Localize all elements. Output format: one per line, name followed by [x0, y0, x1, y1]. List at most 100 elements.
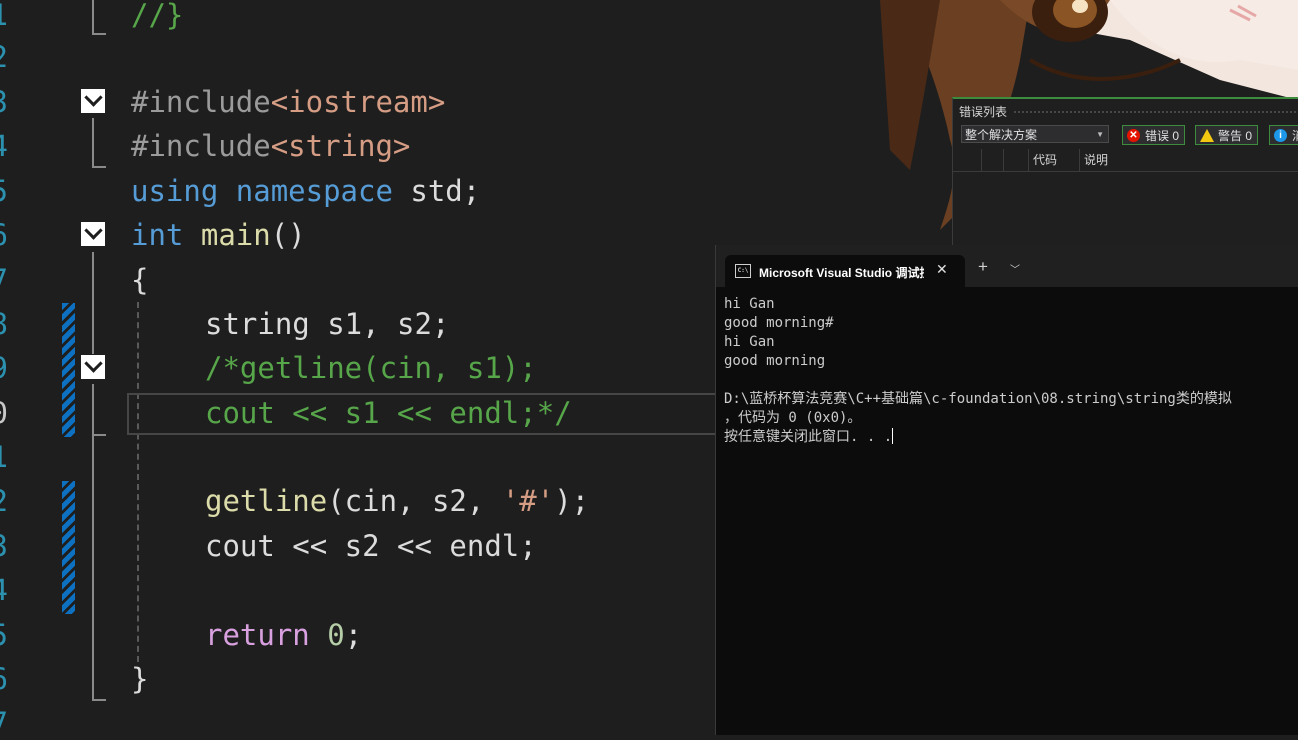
preprocessor: #include	[131, 129, 271, 163]
fold-guide	[92, 0, 94, 34]
debug-console-window[interactable]: C:\ Microsoft Visual Studio 调试控制台 ✕ + ﹀ …	[715, 245, 1298, 735]
messages-filter-button[interactable]: i 消	[1269, 125, 1298, 145]
line-number: 4	[0, 575, 8, 605]
output-line: hi Gan	[724, 334, 775, 350]
line-number: 2	[0, 42, 8, 72]
arguments: (cin, s2,	[327, 484, 502, 518]
output-line-prompt: 按任意键关闭此窗口. . .	[724, 428, 1298, 447]
code-line: string s1, s2;	[205, 307, 450, 341]
column-code-label: 代码	[1033, 153, 1058, 167]
number-literal: 0	[327, 618, 345, 652]
info-icon: i	[1274, 129, 1287, 142]
line-number: 3	[0, 531, 8, 561]
fold-guide-end	[92, 699, 106, 701]
line-number: 3	[0, 87, 8, 117]
code-line: #include<iostream>	[131, 87, 445, 117]
change-marker	[62, 481, 75, 614]
code-line: cout << s2 << endl;	[205, 529, 537, 563]
panel-title: 错误列表	[959, 105, 1008, 119]
output-line: hi Gan	[724, 296, 775, 312]
code-line: //}	[131, 0, 184, 32]
messages-count: 消	[1292, 129, 1298, 143]
line-number: 7	[0, 708, 8, 738]
fold-guide	[92, 118, 94, 168]
collapse-toggle-icon[interactable]	[81, 222, 105, 246]
scope-value: 整个解决方案	[965, 128, 1038, 142]
chevron-down-icon[interactable]: ﹀	[1010, 261, 1020, 276]
line-number: 7	[0, 265, 8, 295]
indent-guide	[137, 302, 139, 662]
keyword: using	[131, 174, 219, 208]
code-line: using namespace std;	[131, 176, 480, 206]
column-description[interactable]: 说明	[1079, 149, 1284, 171]
console-output[interactable]: hi Gan good morning# hi Gan good morning D:\…	[724, 295, 1298, 447]
error-icon: ✕	[1127, 129, 1140, 142]
column-severity[interactable]	[981, 149, 1004, 171]
console-tab[interactable]: C:\ Microsoft Visual Studio 调试控制台 ✕	[725, 255, 965, 287]
code-line: #include<string>	[131, 131, 410, 161]
prompt-text: 按任意键关闭此窗口. . .	[724, 429, 893, 445]
line-number: 1	[0, 0, 8, 30]
console-icon: C:\	[735, 264, 751, 278]
fold-guide	[92, 252, 94, 354]
code-line: getline(cin, s2, '#');	[205, 486, 589, 516]
output-line: good morning#	[724, 315, 834, 331]
errors-count: 错误 0	[1145, 129, 1180, 143]
warnings-filter-button[interactable]: 警告 0	[1195, 125, 1259, 145]
fold-guide-end	[92, 33, 106, 35]
code-line: return 0;	[205, 620, 362, 650]
keyword: namespace	[235, 174, 393, 208]
include-header: <iostream>	[270, 85, 446, 119]
code-line-comment: cout << s1 << endl;*/	[205, 396, 572, 430]
panel-grip[interactable]	[1013, 110, 1298, 114]
change-marker	[62, 303, 75, 437]
char-literal: '#'	[501, 484, 555, 518]
function-name: main	[200, 218, 271, 252]
identifier: std;	[410, 174, 481, 208]
column-suppression[interactable]	[1003, 149, 1028, 171]
punctuation: ()	[270, 218, 306, 252]
include-header: <string>	[270, 129, 411, 163]
keyword: int	[131, 218, 184, 252]
fold-guide	[92, 436, 94, 701]
chevron-down-icon: ▼	[1096, 130, 1104, 139]
tab-title: Microsoft Visual Studio 调试控制台	[759, 266, 924, 280]
line-number: 5	[0, 620, 8, 650]
fold-guide	[92, 384, 94, 436]
code-line: int main()	[131, 220, 306, 250]
line-number-current: 0	[0, 398, 8, 428]
line-number: 5	[0, 176, 8, 206]
code-line-comment: /*getline(cin, s1);	[205, 351, 537, 385]
line-number: 9	[0, 353, 8, 383]
punctuation: );	[554, 484, 590, 518]
new-tab-button[interactable]: +	[978, 257, 988, 277]
line-number: 6	[0, 220, 8, 250]
line-number: 1	[0, 442, 8, 472]
code-line: }	[131, 662, 149, 696]
punctuation: ;	[344, 618, 363, 652]
line-number: 8	[0, 309, 8, 339]
code-line: {	[131, 263, 149, 297]
text-cursor	[892, 428, 894, 444]
errors-filter-button[interactable]: ✕ 错误 0	[1122, 125, 1186, 145]
fold-guide-end	[92, 434, 106, 436]
line-number: 2	[0, 486, 8, 516]
collapse-toggle-icon[interactable]	[81, 89, 105, 113]
warnings-count: 警告 0	[1218, 129, 1253, 143]
collapse-toggle-icon[interactable]	[81, 355, 105, 379]
error-list-header: 代码 说明	[953, 149, 1298, 172]
line-number: 6	[0, 664, 8, 694]
error-list-panel[interactable]: 错误列表 整个解决方案 ▼ ✕ 错误 0 警告 0 i 消 代码 说明	[952, 97, 1298, 260]
scope-dropdown[interactable]: 整个解决方案 ▼	[961, 125, 1109, 143]
warning-icon	[1200, 129, 1214, 142]
close-icon[interactable]: ✕	[936, 261, 948, 278]
output-line: ，代码为 0 (0x0)。	[724, 410, 862, 426]
keyword: return	[205, 618, 310, 652]
output-line: good morning	[724, 353, 826, 369]
output-line: D:\蓝桥杯算法竞赛\C++基础篇\c-foundation\08.string…	[724, 391, 1232, 407]
function-name: getline	[205, 484, 328, 518]
line-number: 4	[0, 131, 8, 161]
tab-bar: C:\ Microsoft Visual Studio 调试控制台 ✕ + ﹀	[716, 245, 1298, 287]
column-code[interactable]: 代码	[1028, 149, 1081, 171]
